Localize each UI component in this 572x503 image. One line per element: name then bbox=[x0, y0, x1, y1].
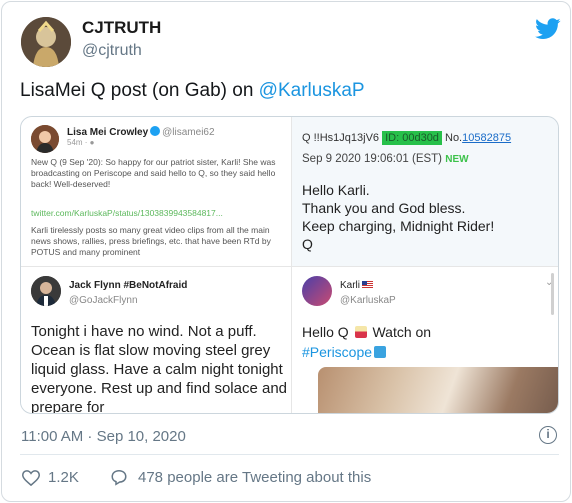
new-badge: NEW bbox=[445, 154, 469, 165]
karli-name: Karli bbox=[340, 280, 374, 291]
karli-post-panel: Karli @KarluskaP ⌄ Hello Q Watch on #Per… bbox=[292, 266, 558, 413]
jack-avatar bbox=[31, 276, 61, 306]
lisa-post-panel: Lisa Mei Crowley @lisamei62 54m · ● New Q… bbox=[21, 117, 292, 266]
author-avatar[interactable] bbox=[21, 17, 71, 67]
divider bbox=[20, 454, 559, 455]
q-post-date: Sep 9 2020 19:06:01 (EST) NEW bbox=[302, 153, 469, 165]
tweet-card: CJTRUTH @cjtruth LisaMei Q post (on Gab)… bbox=[1, 1, 571, 502]
q-post-body: Hello Karli. Thank you and God bless. Ke… bbox=[302, 182, 495, 252]
karli-video-thumbnail bbox=[318, 367, 558, 413]
lisa-name: Lisa Mei Crowley @lisamei62 bbox=[67, 126, 215, 138]
tweet-text: LisaMei Q post (on Gab) on @KarluskaP bbox=[20, 80, 365, 102]
q-post-header: Q !!Hs1Jq13jV6 ID: 00d30d No.10582875 bbox=[302, 131, 512, 145]
lisa-handle: @lisamei62 bbox=[162, 127, 215, 138]
jack-name: Jack Flynn #BeNotAfraid bbox=[69, 280, 188, 291]
tweeting-about-link[interactable]: 478 people are Tweeting about this bbox=[110, 469, 371, 486]
lisa-time: 54m · ● bbox=[67, 138, 95, 147]
jack-body: Tonight i have no wind. Not a puff. Ocea… bbox=[31, 323, 288, 414]
periscope-hashtag: #Periscope bbox=[302, 344, 373, 360]
q-post-panel: Q !!Hs1Jq13jV6 ID: 00d30d No.10582875 Se… bbox=[292, 117, 558, 266]
popcorn-icon bbox=[354, 326, 367, 338]
heart-icon bbox=[22, 469, 40, 486]
karli-handle: @KarluskaP bbox=[340, 295, 396, 306]
karli-text: Hello Q Watch on #Periscope bbox=[302, 324, 432, 360]
like-button[interactable]: 1.2K bbox=[22, 469, 79, 486]
tweet-media[interactable]: Lisa Mei Crowley @lisamei62 54m · ● New Q… bbox=[20, 116, 559, 414]
mention-link[interactable]: @KarluskaP bbox=[259, 80, 365, 101]
tweet-timestamp[interactable]: 11:00 AM · Sep 10, 2020 bbox=[21, 428, 186, 445]
author-handle[interactable]: @cjtruth bbox=[82, 42, 142, 60]
info-icon[interactable]: i bbox=[539, 426, 557, 444]
flag-icon bbox=[362, 281, 374, 288]
q-post-id: ID: 00d30d bbox=[382, 131, 442, 145]
tweet-body: LisaMei Q post (on Gab) on bbox=[20, 80, 259, 101]
q-post-number: 10582875 bbox=[462, 132, 512, 144]
like-count: 1.2K bbox=[48, 469, 79, 486]
jack-handle: @GoJackFlynn bbox=[69, 295, 138, 306]
jack-post-panel: Jack Flynn #BeNotAfraid @GoJackFlynn Ton… bbox=[21, 266, 292, 414]
lisa-avatar bbox=[31, 125, 59, 153]
globe-icon: ● bbox=[89, 138, 95, 147]
periscope-icon bbox=[374, 346, 387, 358]
author-name[interactable]: CJTRUTH bbox=[82, 18, 161, 38]
karli-avatar bbox=[302, 276, 332, 306]
lisa-body2: Karli tirelessly posts so many great vid… bbox=[31, 225, 271, 257]
twitter-bird-icon[interactable] bbox=[535, 18, 561, 40]
lisa-body: New Q (9 Sep '20): So happy for our patr… bbox=[31, 157, 276, 189]
reply-icon bbox=[111, 469, 127, 486]
lisa-link: twitter.com/KarluskaP/status/13038399435… bbox=[31, 208, 223, 218]
panel-scrollbar bbox=[551, 273, 554, 315]
tweeting-about-text: 478 people are Tweeting about this bbox=[138, 469, 372, 486]
verified-icon bbox=[150, 126, 161, 136]
